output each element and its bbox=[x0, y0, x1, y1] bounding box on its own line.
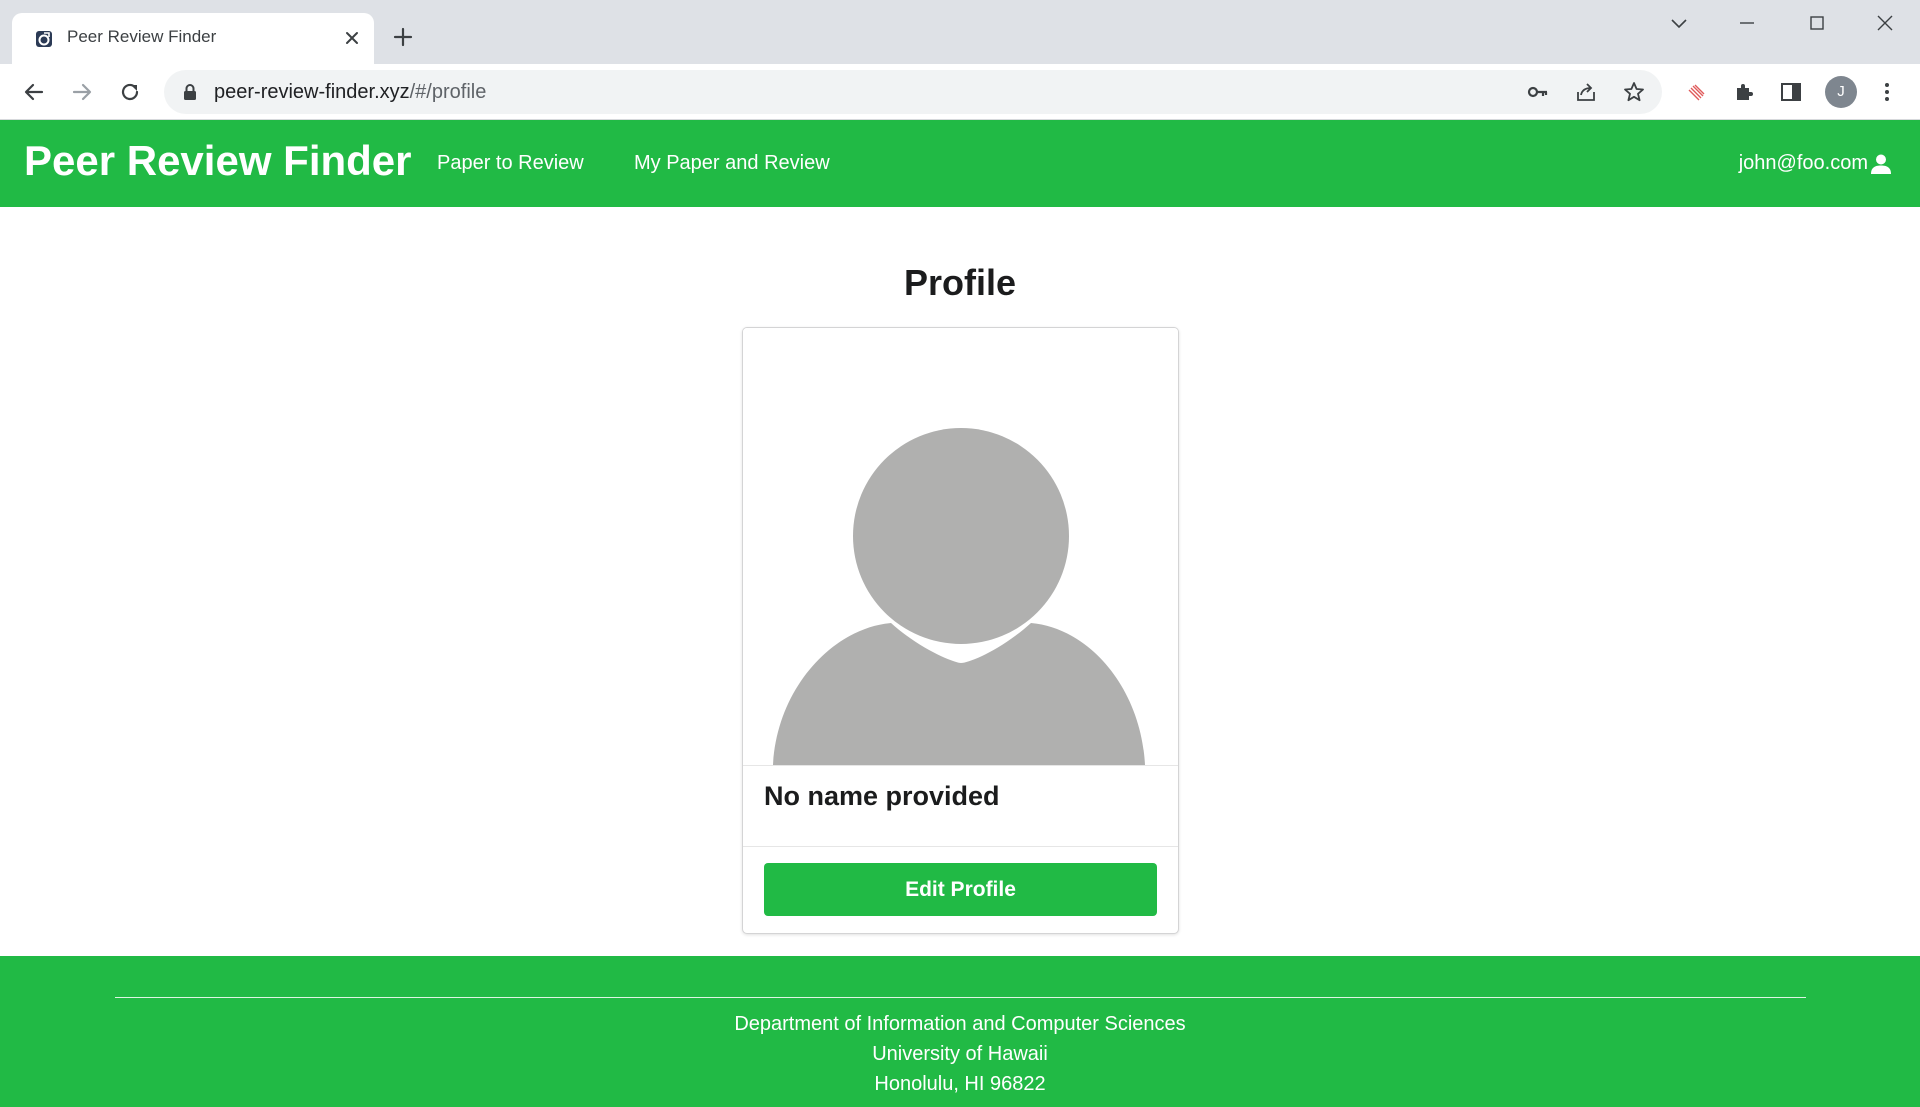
footer-university: University of Hawaii bbox=[872, 1043, 1048, 1065]
avatar-placeholder-image bbox=[743, 328, 1178, 765]
url-text[interactable]: peer-review-finder.xyz/#/profile bbox=[214, 81, 486, 104]
minimize-icon[interactable] bbox=[1736, 12, 1758, 34]
page-title: Profile bbox=[903, 262, 1017, 303]
puzzle-icon[interactable] bbox=[1732, 80, 1756, 104]
window-close-icon[interactable] bbox=[1874, 12, 1896, 34]
share-icon[interactable] bbox=[1574, 80, 1598, 104]
address-bar[interactable]: peer-review-finder.xyz/#/profile bbox=[164, 70, 1662, 114]
profile-card: No name provided Edit Profile bbox=[742, 327, 1179, 934]
reload-icon[interactable] bbox=[117, 79, 143, 105]
profile-name: No name provided bbox=[764, 781, 1000, 811]
card-divider bbox=[743, 846, 1178, 847]
url-path: /#/profile bbox=[409, 81, 487, 103]
url-host: peer-review-finder.xyz bbox=[214, 81, 410, 103]
extension-icon[interactable] bbox=[1685, 80, 1709, 104]
browser-tab[interactable]: Peer Review Finder bbox=[12, 13, 374, 64]
forward-icon[interactable] bbox=[69, 79, 95, 105]
footer: Department of Information and Computer S… bbox=[0, 956, 1920, 1107]
back-icon[interactable] bbox=[21, 79, 47, 105]
app-navbar: Peer Review Finder Paper to Review My Pa… bbox=[0, 120, 1920, 207]
footer-department: Department of Information and Computer S… bbox=[734, 1013, 1186, 1035]
avatar[interactable]: J bbox=[1825, 76, 1857, 108]
user-icon bbox=[1870, 153, 1892, 175]
user-menu[interactable]: john@foo.com bbox=[1739, 152, 1892, 175]
card-divider bbox=[743, 765, 1178, 766]
favicon-icon bbox=[35, 30, 53, 48]
footer-address: Honolulu, HI 96822 bbox=[874, 1073, 1046, 1095]
brand-link[interactable]: Peer Review Finder bbox=[24, 137, 412, 185]
more-icon[interactable] bbox=[1875, 80, 1899, 104]
edit-profile-button[interactable]: Edit Profile bbox=[764, 863, 1157, 916]
user-email: john@foo.com bbox=[1738, 152, 1868, 174]
browser-toolbar: peer-review-finder.xyz/#/profile J bbox=[0, 64, 1920, 120]
nav-my-paper-and-review[interactable]: My Paper and Review bbox=[634, 152, 830, 175]
chevron-down-icon[interactable] bbox=[1668, 12, 1690, 34]
key-icon[interactable] bbox=[1526, 80, 1550, 104]
plus-icon[interactable] bbox=[392, 26, 414, 48]
tab-title: Peer Review Finder bbox=[67, 27, 217, 46]
side-panel-icon[interactable] bbox=[1779, 80, 1803, 104]
footer-divider bbox=[115, 997, 1806, 998]
lock-icon[interactable] bbox=[182, 83, 198, 101]
close-icon[interactable] bbox=[342, 28, 362, 48]
nav-paper-to-review[interactable]: Paper to Review bbox=[437, 152, 584, 175]
browser-tab-strip: Peer Review Finder bbox=[0, 0, 1920, 64]
star-icon[interactable] bbox=[1622, 80, 1646, 104]
maximize-icon[interactable] bbox=[1806, 12, 1828, 34]
